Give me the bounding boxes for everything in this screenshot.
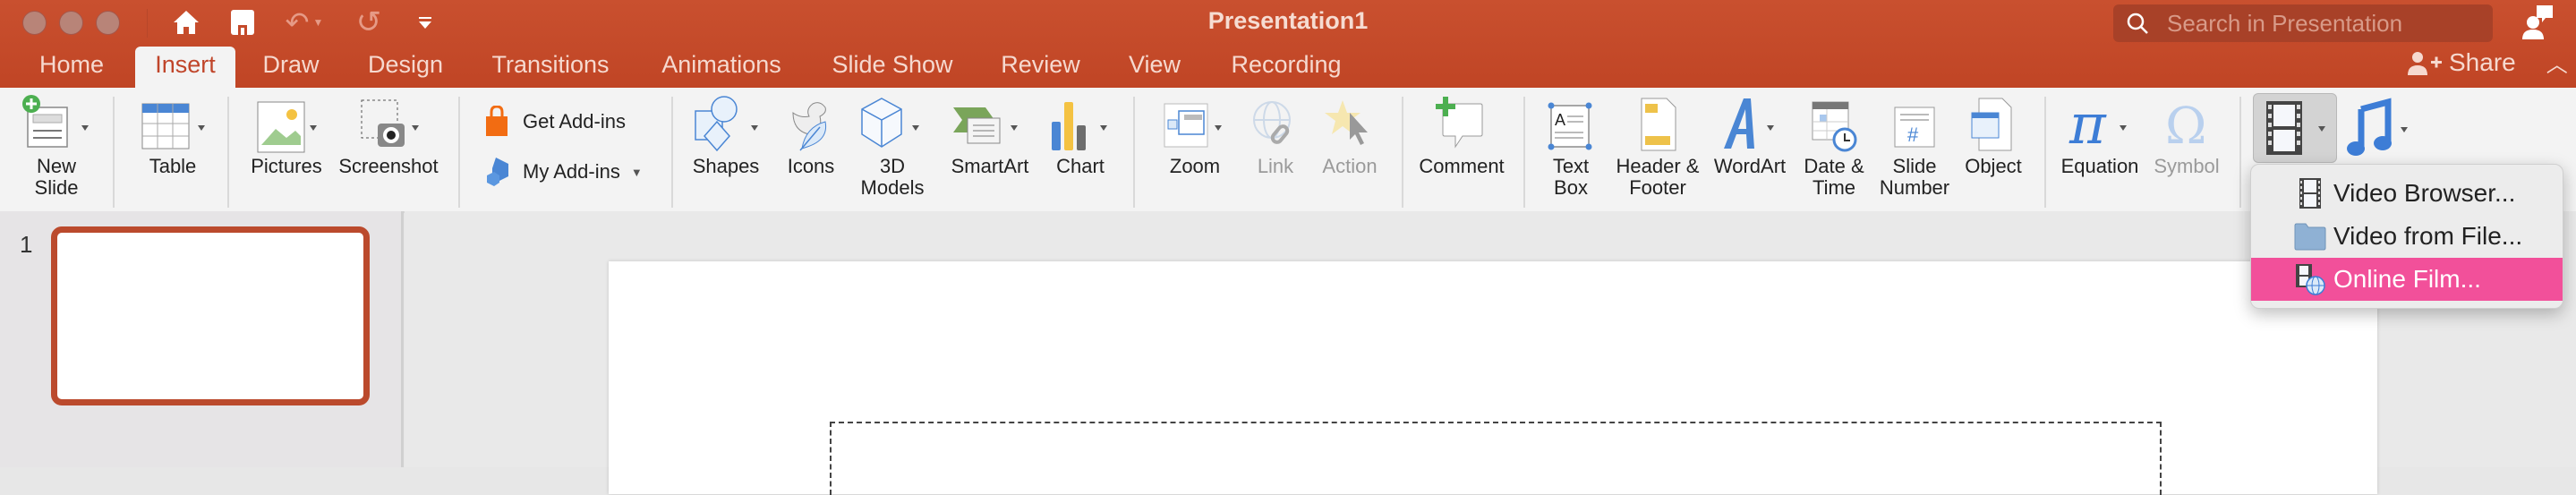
divider xyxy=(1402,97,1403,208)
divider xyxy=(2239,97,2241,208)
audio-button[interactable] xyxy=(2345,97,2417,164)
comments-person-icon[interactable] xyxy=(2522,5,2555,44)
symbol-button[interactable]: Ω Symbol xyxy=(2148,93,2225,177)
slide-number-icon: # xyxy=(1894,107,1935,148)
shapes-button[interactable]: Shapes xyxy=(687,93,764,177)
new-comment-icon xyxy=(1436,97,1483,149)
pictures-icon xyxy=(257,101,317,153)
film-icon xyxy=(2290,177,2330,209)
chevron-down-icon xyxy=(2318,126,2325,132)
chart-button[interactable]: Chart xyxy=(1042,93,1119,177)
text-box-icon: A xyxy=(1548,102,1592,150)
tab-design[interactable]: Design xyxy=(360,47,451,86)
video-button[interactable] xyxy=(2253,93,2337,163)
add-person-icon xyxy=(2408,51,2442,75)
omega-icon: Ω xyxy=(2165,98,2206,154)
svg-text:Ω: Ω xyxy=(2165,98,2206,154)
tab-animations[interactable]: Animations xyxy=(655,47,788,86)
pictures-button[interactable]: Pictures xyxy=(242,93,331,177)
tab-recording[interactable]: Recording xyxy=(1228,47,1344,86)
table-icon xyxy=(141,103,205,149)
collapse-ribbon-icon[interactable]: ︿ xyxy=(2546,47,2568,78)
tab-draw[interactable]: Draw xyxy=(253,47,328,86)
video-dropdown-menu: Video Browser... Video from File... Onli… xyxy=(2250,164,2563,309)
divider xyxy=(671,97,673,208)
zoom-icon xyxy=(1164,103,1222,148)
tab-view[interactable]: View xyxy=(1122,47,1187,86)
object-icon xyxy=(1971,98,2012,151)
tab-review[interactable]: Review xyxy=(998,47,1083,86)
smartart-button[interactable]: SmartArt xyxy=(943,93,1036,177)
zoom-button[interactable]: Zoom xyxy=(1155,93,1235,177)
divider xyxy=(227,97,229,208)
tab-transitions[interactable]: Transitions xyxy=(483,47,618,86)
divider xyxy=(2044,97,2046,208)
search-input[interactable]: Search in Presentation xyxy=(2167,10,2402,38)
share-label: Share xyxy=(2449,47,2516,76)
icons-button[interactable]: Icons xyxy=(775,93,847,177)
folder-icon xyxy=(2290,222,2330,251)
my-add-ins-button[interactable]: My Add-ins ▼ xyxy=(483,156,643,188)
icons-icon xyxy=(792,102,827,151)
svg-text:#: # xyxy=(1907,124,1919,146)
divider xyxy=(458,97,460,208)
action-icon xyxy=(1325,100,1368,145)
new-slide-button[interactable]: New Slide xyxy=(16,93,97,199)
table-button[interactable]: Table xyxy=(132,93,213,177)
get-add-ins-button[interactable]: Get Add-ins xyxy=(483,106,626,138)
pi-icon: π xyxy=(2068,95,2127,154)
slide-thumbnail[interactable] xyxy=(51,226,370,405)
tab-home[interactable]: Home xyxy=(30,47,113,86)
object-button[interactable]: Object xyxy=(1955,93,2032,177)
share-button[interactable]: Share ︿ xyxy=(2408,47,2568,78)
link-button[interactable]: Link xyxy=(1248,93,1303,177)
comment-button[interactable]: Comment xyxy=(1412,93,1511,177)
date-time-button[interactable]: Date & Time xyxy=(1796,93,1872,199)
divider xyxy=(1133,97,1135,208)
search-box[interactable]: Search in Presentation xyxy=(2113,4,2493,42)
slide-number-button[interactable]: # Slide Number xyxy=(1874,93,1955,199)
3d-models-button[interactable]: 3D Models xyxy=(852,93,933,199)
film-strip-icon xyxy=(2266,101,2325,155)
wordart-icon xyxy=(1724,98,1774,149)
header-footer-button[interactable]: Header & Footer xyxy=(1611,93,1704,199)
screenshot-button[interactable]: Screenshot xyxy=(337,93,440,177)
my-add-ins-icon xyxy=(487,158,508,186)
smartart-icon xyxy=(953,107,1018,144)
menu-item-video-from-file[interactable]: Video from File... xyxy=(2251,215,2563,258)
divider xyxy=(1523,97,1525,208)
music-note-icon xyxy=(2347,98,2408,156)
menu-item-video-browser[interactable]: Video Browser... xyxy=(2251,172,2563,215)
3d-cube-icon xyxy=(861,98,919,148)
divider xyxy=(113,97,115,208)
online-film-icon xyxy=(2290,263,2330,295)
slide-number-label: 1 xyxy=(20,231,33,258)
equation-button[interactable]: π Equation xyxy=(2055,93,2145,177)
ribbon-insert: New Slide Table Pictures Screenshot Get … xyxy=(0,88,2576,213)
action-button[interactable]: Action xyxy=(1314,93,1386,177)
store-bag-icon xyxy=(486,106,508,136)
screenshot-icon xyxy=(361,99,419,147)
menu-item-online-film[interactable]: Online Film... xyxy=(2251,258,2563,301)
tab-slide-show[interactable]: Slide Show xyxy=(825,47,960,86)
svg-text:π: π xyxy=(2068,95,2107,154)
calendar-clock-icon xyxy=(1812,101,1857,152)
tab-insert[interactable]: Insert xyxy=(135,47,235,88)
header-footer-icon xyxy=(1641,98,1676,151)
chart-icon xyxy=(1052,102,1107,150)
slide-placeholder[interactable] xyxy=(830,422,2162,495)
svg-text:A: A xyxy=(1555,111,1565,129)
search-icon xyxy=(2127,13,2148,34)
shapes-icon xyxy=(695,96,758,152)
new-slide-icon xyxy=(22,95,89,148)
wordart-button[interactable]: WordArt xyxy=(1710,93,1790,177)
link-globe-icon xyxy=(1253,101,1291,144)
text-box-button[interactable]: A Text Box xyxy=(1540,93,1602,199)
